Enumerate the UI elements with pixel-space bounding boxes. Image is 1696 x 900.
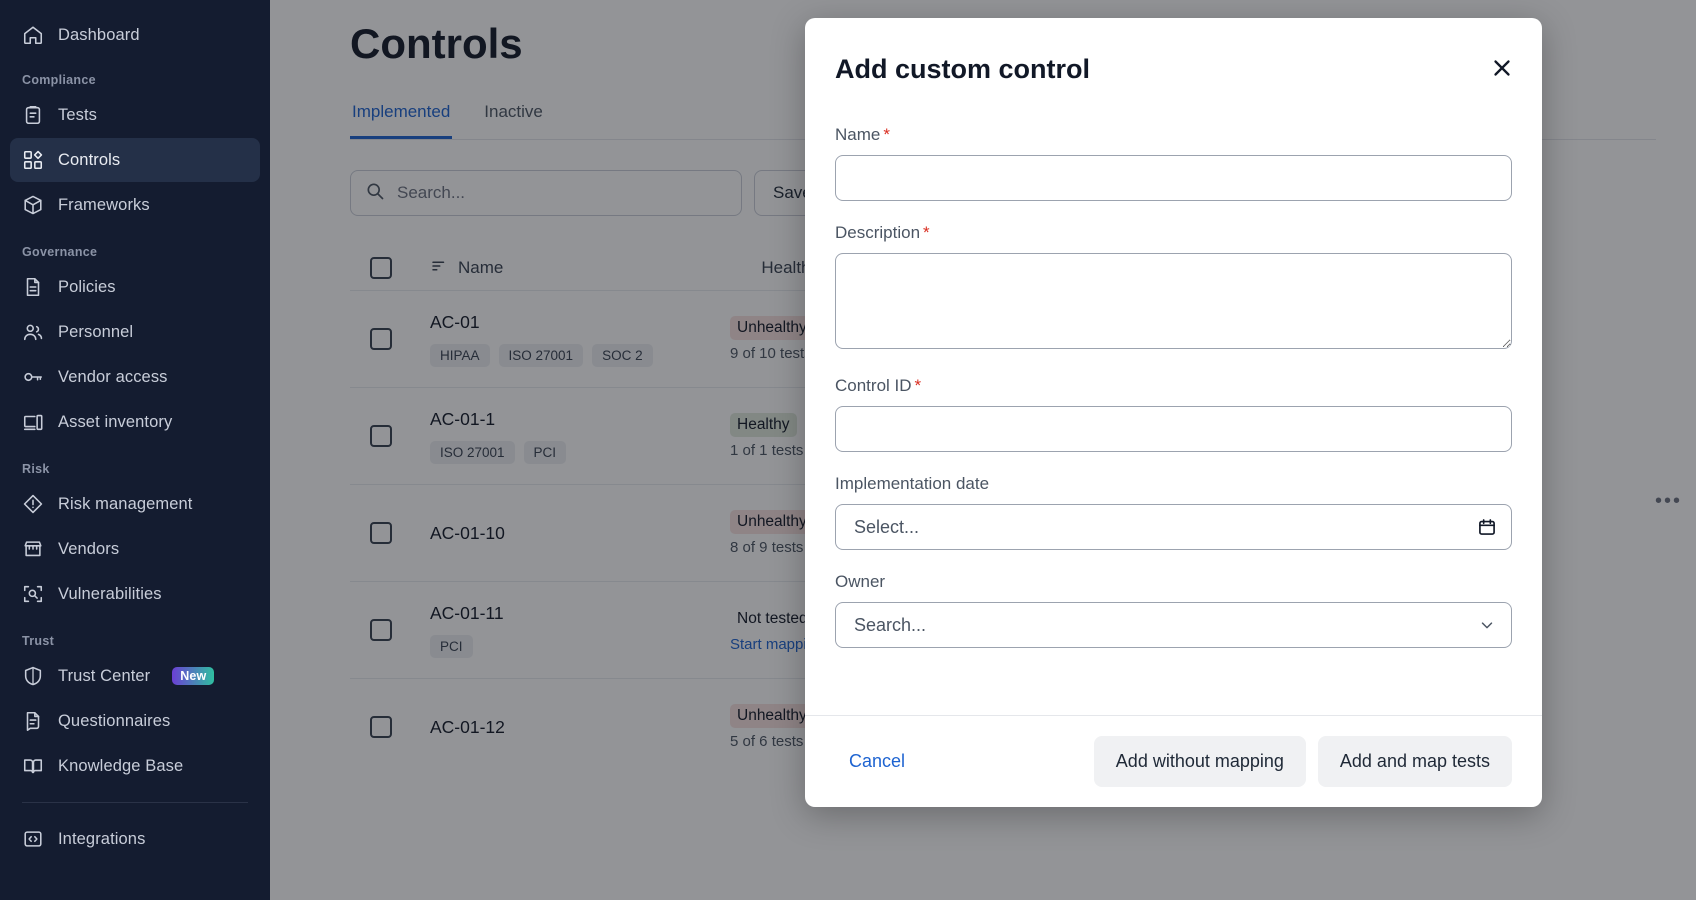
sidebar-item-label: Risk management — [58, 494, 193, 513]
devices-icon — [22, 411, 44, 433]
sidebar-item-label: Vendor access — [58, 367, 168, 386]
sidebar-item-label: Personnel — [58, 322, 134, 341]
scan-search-icon — [22, 583, 44, 605]
field-description: Description * — [835, 223, 1512, 354]
required-asterisk: * — [923, 223, 930, 242]
dialog-title: Add custom control — [835, 54, 1090, 84]
sidebar-item-label: Integrations — [58, 829, 146, 848]
shield-icon — [22, 665, 44, 687]
sidebar-item-controls[interactable]: Controls — [10, 138, 260, 182]
cancel-button[interactable]: Cancel — [835, 741, 919, 782]
sidebar-section-governance: Governance — [22, 245, 98, 259]
owner-select[interactable]: Search... — [835, 602, 1512, 648]
name-input[interactable] — [835, 155, 1512, 201]
sidebar-item-risk-management[interactable]: Risk management — [10, 482, 260, 526]
required-asterisk: * — [883, 125, 890, 144]
field-control-id: Control ID * — [835, 376, 1512, 452]
field-owner: Owner Search... — [835, 572, 1512, 648]
sidebar-item-label: Dashboard — [58, 25, 140, 44]
field-description-label: Description * — [835, 223, 1512, 243]
field-control-id-label-text: Control ID — [835, 376, 912, 395]
description-textarea[interactable] — [835, 253, 1512, 349]
sidebar-item-label: Controls — [58, 150, 121, 169]
questionnaire-icon — [22, 710, 44, 732]
sidebar-divider — [22, 802, 248, 803]
key-icon — [22, 366, 44, 388]
field-implementation-date-label: Implementation date — [835, 474, 1512, 494]
sidebar-item-label: Frameworks — [58, 195, 150, 214]
clipboard-icon — [22, 104, 44, 126]
sidebar-item-vendor-access[interactable]: Vendor access — [10, 355, 260, 399]
sidebar-item-personnel[interactable]: Personnel — [10, 310, 260, 354]
field-name: Name * — [835, 125, 1512, 201]
sidebar-item-integrations[interactable]: Integrations — [10, 817, 260, 861]
store-icon — [22, 538, 44, 560]
sidebar-item-vendors[interactable]: Vendors — [10, 527, 260, 571]
calendar-icon[interactable] — [1476, 516, 1498, 538]
grid-diamond-icon — [22, 149, 44, 171]
cube-icon — [22, 194, 44, 216]
sidebar-item-label: Tests — [58, 105, 98, 124]
sidebar-item-label: Vulnerabilities — [58, 584, 162, 603]
sidebar-item-label: Questionnaires — [58, 711, 171, 730]
field-owner-label: Owner — [835, 572, 1512, 592]
dialog-body: Add custom control Name * Description * Co… — [805, 18, 1542, 715]
field-description-label-text: Description — [835, 223, 921, 242]
home-icon — [22, 24, 44, 46]
sidebar-item-label: Trust Center — [58, 666, 151, 685]
add-without-mapping-button[interactable]: Add without mapping — [1093, 736, 1306, 787]
sidebar-item-frameworks[interactable]: Frameworks — [10, 183, 260, 227]
sidebar-item-tests[interactable]: Tests — [10, 93, 260, 137]
sidebar-item-asset-inventory[interactable]: Asset inventory — [10, 400, 260, 444]
field-name-label: Name * — [835, 125, 1512, 145]
field-name-label-text: Name — [835, 125, 881, 144]
sidebar-item-vulnerabilities[interactable]: Vulnerabilities — [10, 572, 260, 616]
field-implementation-date-label-text: Implementation date — [835, 474, 990, 493]
sidebar-item-label: Policies — [58, 277, 116, 296]
code-brackets-icon — [22, 828, 44, 850]
add-custom-control-dialog: Add custom control Name * Description * Co… — [805, 18, 1542, 807]
sidebar-item-knowledge-base[interactable]: Knowledge Base — [10, 744, 260, 788]
required-asterisk: * — [914, 376, 922, 395]
document-icon — [22, 276, 44, 298]
implementation-date-value[interactable]: Select... — [835, 504, 1512, 550]
sidebar-section-risk: Risk — [22, 462, 50, 476]
dialog-footer: Cancel Add without mapping Add and map t… — [805, 715, 1542, 807]
sidebar-section-trust: Trust — [22, 634, 55, 648]
field-implementation-date: Implementation date Select... — [835, 474, 1512, 550]
sidebar-item-label: Knowledge Base — [58, 756, 184, 775]
sidebar-item-questionnaires[interactable]: Questionnaires — [10, 699, 260, 743]
sidebar: Dashboard Compliance Tests Controls Fram… — [0, 0, 270, 900]
add-and-map-tests-button[interactable]: Add and map tests — [1317, 736, 1512, 787]
control-id-input[interactable] — [835, 406, 1512, 452]
sidebar-item-label: Asset inventory — [58, 412, 173, 431]
implementation-date-picker[interactable]: Select... — [835, 504, 1512, 550]
sidebar-item-label: Vendors — [58, 539, 120, 558]
field-control-id-label: Control ID * — [835, 376, 1512, 396]
sidebar-item-dashboard[interactable]: Dashboard — [10, 13, 260, 57]
book-icon — [22, 755, 44, 777]
app-root: Dashboard Compliance Tests Controls Fram… — [0, 0, 1696, 900]
sidebar-item-trust-center[interactable]: Trust Center New — [10, 654, 260, 698]
sidebar-item-policies[interactable]: Policies — [10, 265, 260, 309]
users-icon — [22, 321, 44, 343]
field-owner-label-text: Owner — [835, 572, 886, 591]
diamond-alert-icon — [22, 493, 44, 515]
close-icon[interactable] — [1488, 54, 1516, 82]
chevron-down-icon[interactable] — [1476, 614, 1498, 636]
trust-center-new-badge: New — [172, 667, 215, 685]
owner-value[interactable]: Search... — [835, 602, 1512, 648]
dialog-primary-actions: Add without mapping Add and map tests — [1093, 736, 1512, 787]
sidebar-section-compliance: Compliance — [22, 73, 96, 87]
